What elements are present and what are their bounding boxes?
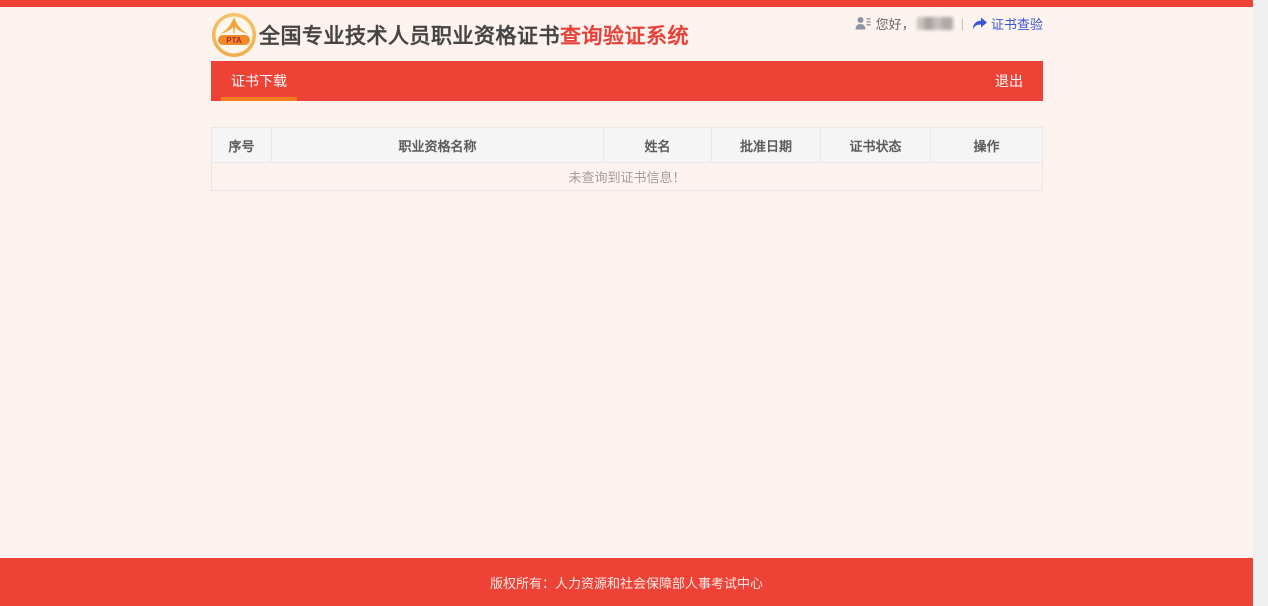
table-header-row: 序号 职业资格名称 姓名 批准日期 证书状态 操作 — [211, 127, 1043, 163]
col-name: 姓名 — [603, 127, 712, 163]
user-bar: 您好， | 证书查验 — [855, 14, 1043, 33]
page-title: 全国专业技术人员职业资格证书查询验证系统 — [259, 20, 689, 50]
page-title-accent: 查询验证系统 — [560, 25, 689, 48]
copyright-text: 版权所有：人力资源和社会保障部人事考试中心 — [489, 575, 763, 591]
active-tab-indicator — [221, 97, 297, 101]
page-background: PTA 全国专业技术人员职业资格证书查询验证系统 您好， | 证书查验 证书下载… — [0, 0, 1253, 606]
scrollbar-track[interactable] — [1253, 0, 1268, 606]
user-icon — [855, 17, 871, 30]
greeting-text: 您好， — [875, 17, 915, 32]
col-index: 序号 — [211, 127, 272, 163]
col-qualification-name: 职业资格名称 — [271, 127, 604, 163]
col-actions: 操作 — [930, 127, 1043, 163]
certificates-table: 序号 职业资格名称 姓名 批准日期 证书状态 操作 未查询到证书信息！ — [211, 127, 1043, 191]
tab-label: 证书下载 — [231, 73, 287, 89]
separator: | — [960, 16, 964, 31]
page-header: PTA 全国专业技术人员职业资格证书查询验证系统 您好， | 证书查验 — [211, 7, 1043, 61]
main-nav: 证书下载 退出 — [211, 61, 1043, 101]
col-approval-date: 批准日期 — [711, 127, 821, 163]
empty-message: 未查询到证书信息！ — [211, 162, 1043, 191]
logout-button[interactable]: 退出 — [975, 61, 1043, 101]
pta-logo-icon: PTA — [212, 13, 256, 57]
forward-arrow-icon — [972, 17, 987, 29]
svg-text:PTA: PTA — [226, 36, 242, 45]
empty-row: 未查询到证书信息！ — [211, 162, 1043, 191]
brand: PTA 全国专业技术人员职业资格证书查询验证系统 — [211, 12, 689, 58]
tab-certificate-download[interactable]: 证书下载 — [211, 61, 307, 101]
user-name-redacted — [916, 17, 953, 30]
page-title-main: 全国专业技术人员职业资格证书 — [259, 25, 560, 48]
col-certificate-status: 证书状态 — [820, 127, 931, 163]
verify-link-label: 证书查验 — [990, 17, 1043, 32]
certificates-table-wrap: 序号 职业资格名称 姓名 批准日期 证书状态 操作 未查询到证书信息！ — [211, 127, 1043, 191]
certificate-verify-link[interactable]: 证书查验 — [972, 14, 1043, 33]
page-footer: 版权所有：人力资源和社会保障部人事考试中心 — [0, 558, 1253, 606]
top-accent-bar — [0, 0, 1253, 7]
